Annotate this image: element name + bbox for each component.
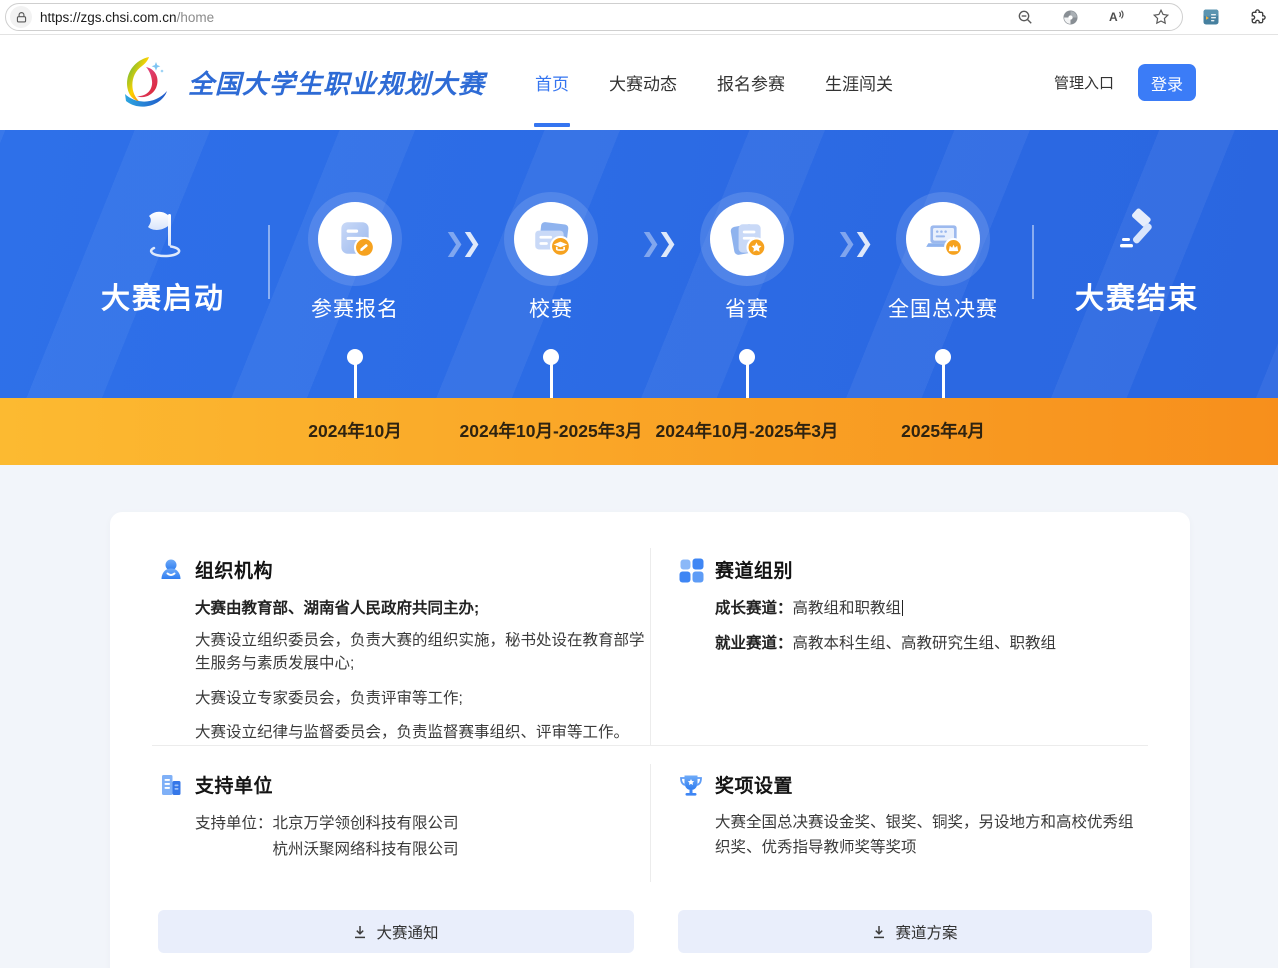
org-paragraph: 大赛设立专家委员会，负责评审等工作; [158,687,650,710]
sidebar-app-button[interactable] [1201,8,1220,27]
track-label: 成长赛道： [715,600,793,617]
timeline-stem [942,363,945,398]
support-companies: 支持单位： 北京万学领创科技有限公司 杭州沃聚网络科技有限公司 [158,811,650,862]
track-value: 高教组和职教组 [793,600,902,617]
timeline-stem [550,363,553,398]
grid-icon [678,557,704,583]
site-security-button[interactable] [10,6,32,28]
notebook-app-icon [1202,8,1220,26]
lock-icon [15,11,28,24]
step-circle [514,202,588,276]
step-date: 2025年4月 [813,398,1073,465]
timeline-start-label: 大赛启动 [88,275,238,317]
person-icon [158,557,184,583]
doc-star-icon [726,218,768,260]
zoom-out-icon [1017,9,1034,26]
main-content: 组织机构 大赛由教育部、湖南省人民政府共同主办; 大赛设立组织委员会，负责大赛的… [0,465,1278,968]
site-title: 全国大学生职业规划大赛 [188,64,485,101]
nav-news[interactable]: 大赛动态 [609,35,677,130]
text-caret [902,600,903,616]
support-company: 杭州沃聚网络科技有限公司 [273,837,459,863]
gavel-icon [1110,208,1164,260]
svg-text:A: A [1109,10,1118,24]
star-icon [1152,8,1170,26]
awards-text: 大赛全国总决赛设金奖、银奖、铜奖，另设地方和高校优秀组织奖、优秀指导教师奖等奖项 [678,811,1146,861]
divider [152,745,1148,746]
divider [650,764,651,882]
section-title: 组织机构 [195,556,273,583]
nav-home[interactable]: 首页 [535,35,569,130]
timeline-stem [746,363,749,398]
step-label: 参赛报名 [270,293,440,323]
login-button[interactable]: 登录 [1138,64,1196,101]
section-tracks: 赛道组别 成长赛道：高教组和职教组 就业赛道：高教本科生组、高教研究生组、职教组 [650,548,1148,745]
main-nav: 首页 大赛动态 报名参赛 生涯闯关 [535,35,893,130]
org-paragraph: 大赛设立组织委员会，负责大赛的组织实施，秘书处设在教育部学生服务与素质发展中心; [158,629,650,676]
timeline-stem [354,363,357,398]
zoom-out-button[interactable] [1016,8,1035,27]
support-label: 支持单位： [195,811,273,862]
timeline-step: 省赛 [662,202,832,323]
admin-entry-link[interactable]: 管理入口 [1054,72,1114,93]
timeline-end-label: 大赛结束 [1062,275,1212,317]
timeline-start: 大赛启动 [88,208,238,317]
step-circle [318,202,392,276]
card-gradcap-icon [530,218,572,260]
trophy-icon [678,772,704,798]
timeline-end: 大赛结束 [1062,208,1212,317]
step-circle [710,202,784,276]
section-awards: 奖项设置 大赛全国总决赛设金奖、银奖、铜奖，另设地方和高校优秀组织奖、优秀指导教… [650,745,1148,910]
section-organization: 组织机构 大赛由教育部、湖南省人民政府共同主办; 大赛设立组织委员会，负责大赛的… [152,548,650,745]
address-bar[interactable]: https://zgs.chsi.com.cn/home A [5,3,1183,31]
download-notice-button[interactable]: 大赛通知 [158,910,634,953]
track-row: 就业赛道：高教本科生组、高教研究生组、职教组 [678,631,1148,653]
divider [650,548,651,745]
read-aloud-icon: A [1107,8,1125,26]
building-icon [158,772,184,798]
date-bar: 2024年10月 2024年10月-2025年3月 2024年10月-2025年… [0,398,1278,465]
favorite-button[interactable] [1151,8,1170,27]
url-text[interactable]: https://zgs.chsi.com.cn/home [40,10,214,25]
step-label: 全国总决赛 [858,293,1028,323]
section-title: 支持单位 [195,771,273,798]
step-circle [906,202,980,276]
track-value: 高教本科生组、高教研究生组、职教组 [793,635,1057,652]
browser-toolbar: https://zgs.chsi.com.cn/home A [0,0,1278,35]
section-title: 赛道组别 [715,556,793,583]
timeline-step: 全国总决赛 [858,202,1028,323]
step-label: 省赛 [662,293,832,323]
puzzle-extensions-icon [1248,8,1267,27]
competition-logo-icon [116,55,174,111]
nav-career-game[interactable]: 生涯闯关 [825,35,893,130]
rewards-button[interactable] [1061,8,1080,27]
download-icon [872,925,886,939]
info-card: 组织机构 大赛由教育部、湖南省人民政府共同主办; 大赛设立组织委员会，负责大赛的… [110,512,1190,968]
support-company: 北京万学领创科技有限公司 [273,811,459,837]
step-label: 校赛 [466,293,636,323]
read-aloud-button[interactable]: A [1106,8,1125,27]
section-title: 奖项设置 [715,771,793,798]
timeline-step: 参赛报名 [270,202,440,323]
site-logo[interactable]: 全国大学生职业规划大赛 [116,35,485,130]
form-pencil-icon [334,218,376,260]
site-header: 全国大学生职业规划大赛 首页 大赛动态 报名参赛 生涯闯关 管理入口 登录 [0,35,1278,130]
track-label: 就业赛道： [715,635,793,652]
org-lead: 大赛由教育部、湖南省人民政府共同主办; [158,596,650,618]
timeline-banner: 大赛启动 参赛报名 ❯❯ [0,130,1278,398]
timeline-step: 校赛 [466,202,636,323]
section-support: 支持单位 支持单位： 北京万学领创科技有限公司 杭州沃聚网络科技有限公司 [152,745,650,910]
laptop-crown-icon [922,218,964,260]
flag-icon [136,208,190,260]
download-plan-button[interactable]: 赛道方案 [678,910,1152,953]
extensions-button[interactable] [1248,8,1267,27]
pinwheel-icon [1062,9,1079,26]
timeline-divider [1032,225,1034,299]
download-icon [353,925,367,939]
track-row: 成长赛道：高教组和职教组 [678,596,1148,618]
nav-register[interactable]: 报名参赛 [717,35,785,130]
org-paragraph: 大赛设立纪律与监督委员会，负责监督赛事组织、评审等工作。 [158,721,650,744]
